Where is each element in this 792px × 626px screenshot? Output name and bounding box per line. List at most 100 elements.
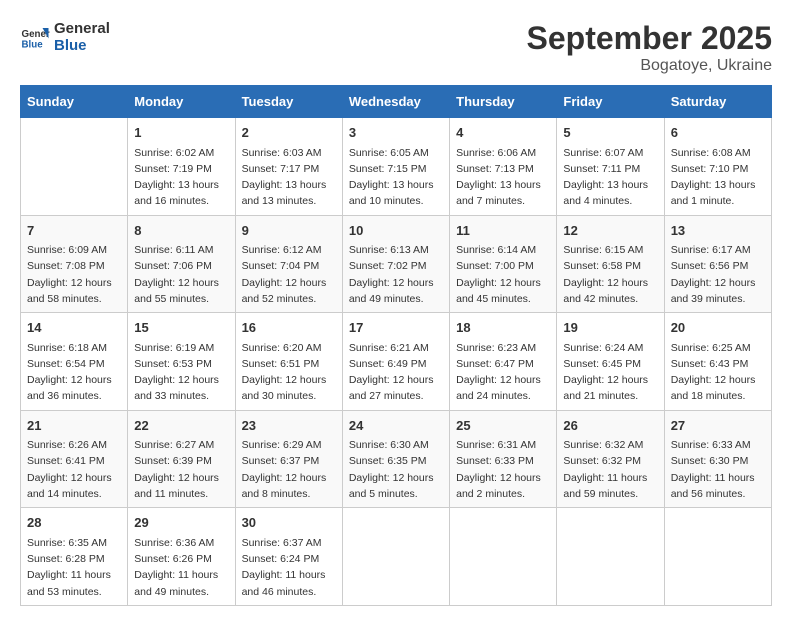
day-cell: 19 Sunrise: 6:24 AMSunset: 6:45 PMDaylig…: [557, 313, 664, 411]
day-number: 17: [349, 318, 443, 338]
title-section: September 2025 Bogatoye, Ukraine: [527, 20, 772, 75]
day-info: Sunrise: 6:17 AMSunset: 6:56 PMDaylight:…: [671, 242, 765, 307]
day-header-friday: Friday: [557, 86, 664, 118]
day-number: 16: [242, 318, 336, 338]
day-cell: 3 Sunrise: 6:05 AMSunset: 7:15 PMDayligh…: [342, 118, 449, 216]
day-cell: 5 Sunrise: 6:07 AMSunset: 7:11 PMDayligh…: [557, 118, 664, 216]
day-number: 26: [563, 416, 657, 436]
day-info: Sunrise: 6:06 AMSunset: 7:13 PMDaylight:…: [456, 145, 550, 210]
month-title: September 2025: [527, 20, 772, 57]
day-info: Sunrise: 6:18 AMSunset: 6:54 PMDaylight:…: [27, 340, 121, 405]
day-info: Sunrise: 6:15 AMSunset: 6:58 PMDaylight:…: [563, 242, 657, 307]
logo-line2: Blue: [54, 37, 110, 54]
day-cell: 27 Sunrise: 6:33 AMSunset: 6:30 PMDaylig…: [664, 410, 771, 508]
day-header-wednesday: Wednesday: [342, 86, 449, 118]
day-cell: 18 Sunrise: 6:23 AMSunset: 6:47 PMDaylig…: [450, 313, 557, 411]
day-cell: 22 Sunrise: 6:27 AMSunset: 6:39 PMDaylig…: [128, 410, 235, 508]
day-number: 5: [563, 123, 657, 143]
day-cell: [557, 508, 664, 606]
day-number: 30: [242, 513, 336, 533]
day-number: 12: [563, 221, 657, 241]
day-cell: 16 Sunrise: 6:20 AMSunset: 6:51 PMDaylig…: [235, 313, 342, 411]
day-info: Sunrise: 6:02 AMSunset: 7:19 PMDaylight:…: [134, 145, 228, 210]
day-info: Sunrise: 6:11 AMSunset: 7:06 PMDaylight:…: [134, 242, 228, 307]
day-cell: 8 Sunrise: 6:11 AMSunset: 7:06 PMDayligh…: [128, 215, 235, 313]
day-info: Sunrise: 6:26 AMSunset: 6:41 PMDaylight:…: [27, 437, 121, 502]
day-number: 22: [134, 416, 228, 436]
day-info: Sunrise: 6:09 AMSunset: 7:08 PMDaylight:…: [27, 242, 121, 307]
day-number: 25: [456, 416, 550, 436]
day-number: 1: [134, 123, 228, 143]
day-cell: 23 Sunrise: 6:29 AMSunset: 6:37 PMDaylig…: [235, 410, 342, 508]
day-cell: 17 Sunrise: 6:21 AMSunset: 6:49 PMDaylig…: [342, 313, 449, 411]
day-info: Sunrise: 6:08 AMSunset: 7:10 PMDaylight:…: [671, 145, 765, 210]
day-cell: 21 Sunrise: 6:26 AMSunset: 6:41 PMDaylig…: [21, 410, 128, 508]
page-header: General Blue General Blue September 2025…: [20, 20, 772, 75]
day-cell: [664, 508, 771, 606]
day-number: 18: [456, 318, 550, 338]
day-cell: [21, 118, 128, 216]
day-info: Sunrise: 6:30 AMSunset: 6:35 PMDaylight:…: [349, 437, 443, 502]
day-info: Sunrise: 6:14 AMSunset: 7:00 PMDaylight:…: [456, 242, 550, 307]
day-cell: 14 Sunrise: 6:18 AMSunset: 6:54 PMDaylig…: [21, 313, 128, 411]
day-info: Sunrise: 6:37 AMSunset: 6:24 PMDaylight:…: [242, 535, 336, 600]
day-info: Sunrise: 6:05 AMSunset: 7:15 PMDaylight:…: [349, 145, 443, 210]
day-number: 11: [456, 221, 550, 241]
day-cell: 11 Sunrise: 6:14 AMSunset: 7:00 PMDaylig…: [450, 215, 557, 313]
day-header-thursday: Thursday: [450, 86, 557, 118]
day-info: Sunrise: 6:23 AMSunset: 6:47 PMDaylight:…: [456, 340, 550, 405]
day-cell: 12 Sunrise: 6:15 AMSunset: 6:58 PMDaylig…: [557, 215, 664, 313]
day-info: Sunrise: 6:24 AMSunset: 6:45 PMDaylight:…: [563, 340, 657, 405]
day-cell: 9 Sunrise: 6:12 AMSunset: 7:04 PMDayligh…: [235, 215, 342, 313]
day-number: 20: [671, 318, 765, 338]
logo: General Blue General Blue: [20, 20, 110, 55]
day-header-monday: Monday: [128, 86, 235, 118]
day-number: 3: [349, 123, 443, 143]
day-cell: 6 Sunrise: 6:08 AMSunset: 7:10 PMDayligh…: [664, 118, 771, 216]
day-cell: 10 Sunrise: 6:13 AMSunset: 7:02 PMDaylig…: [342, 215, 449, 313]
day-info: Sunrise: 6:20 AMSunset: 6:51 PMDaylight:…: [242, 340, 336, 405]
day-number: 13: [671, 221, 765, 241]
day-number: 14: [27, 318, 121, 338]
day-number: 19: [563, 318, 657, 338]
day-cell: 20 Sunrise: 6:25 AMSunset: 6:43 PMDaylig…: [664, 313, 771, 411]
week-row-5: 28 Sunrise: 6:35 AMSunset: 6:28 PMDaylig…: [21, 508, 772, 606]
day-number: 27: [671, 416, 765, 436]
day-cell: 29 Sunrise: 6:36 AMSunset: 6:26 PMDaylig…: [128, 508, 235, 606]
day-info: Sunrise: 6:31 AMSunset: 6:33 PMDaylight:…: [456, 437, 550, 502]
logo-icon: General Blue: [20, 22, 50, 52]
day-cell: [450, 508, 557, 606]
logo-line1: General: [54, 20, 110, 37]
day-header-sunday: Sunday: [21, 86, 128, 118]
day-cell: 4 Sunrise: 6:06 AMSunset: 7:13 PMDayligh…: [450, 118, 557, 216]
calendar-table: SundayMondayTuesdayWednesdayThursdayFrid…: [20, 85, 772, 606]
day-number: 2: [242, 123, 336, 143]
day-number: 15: [134, 318, 228, 338]
day-number: 8: [134, 221, 228, 241]
day-info: Sunrise: 6:07 AMSunset: 7:11 PMDaylight:…: [563, 145, 657, 210]
day-number: 28: [27, 513, 121, 533]
days-header-row: SundayMondayTuesdayWednesdayThursdayFrid…: [21, 86, 772, 118]
day-cell: 26 Sunrise: 6:32 AMSunset: 6:32 PMDaylig…: [557, 410, 664, 508]
day-cell: 24 Sunrise: 6:30 AMSunset: 6:35 PMDaylig…: [342, 410, 449, 508]
week-row-4: 21 Sunrise: 6:26 AMSunset: 6:41 PMDaylig…: [21, 410, 772, 508]
day-info: Sunrise: 6:12 AMSunset: 7:04 PMDaylight:…: [242, 242, 336, 307]
day-info: Sunrise: 6:19 AMSunset: 6:53 PMDaylight:…: [134, 340, 228, 405]
day-cell: 2 Sunrise: 6:03 AMSunset: 7:17 PMDayligh…: [235, 118, 342, 216]
day-number: 9: [242, 221, 336, 241]
week-row-2: 7 Sunrise: 6:09 AMSunset: 7:08 PMDayligh…: [21, 215, 772, 313]
day-number: 24: [349, 416, 443, 436]
day-info: Sunrise: 6:03 AMSunset: 7:17 PMDaylight:…: [242, 145, 336, 210]
svg-text:Blue: Blue: [22, 40, 44, 51]
week-row-1: 1 Sunrise: 6:02 AMSunset: 7:19 PMDayligh…: [21, 118, 772, 216]
day-number: 23: [242, 416, 336, 436]
day-cell: 1 Sunrise: 6:02 AMSunset: 7:19 PMDayligh…: [128, 118, 235, 216]
day-info: Sunrise: 6:27 AMSunset: 6:39 PMDaylight:…: [134, 437, 228, 502]
week-row-3: 14 Sunrise: 6:18 AMSunset: 6:54 PMDaylig…: [21, 313, 772, 411]
day-number: 29: [134, 513, 228, 533]
day-cell: 30 Sunrise: 6:37 AMSunset: 6:24 PMDaylig…: [235, 508, 342, 606]
day-info: Sunrise: 6:33 AMSunset: 6:30 PMDaylight:…: [671, 437, 765, 502]
day-number: 21: [27, 416, 121, 436]
day-info: Sunrise: 6:25 AMSunset: 6:43 PMDaylight:…: [671, 340, 765, 405]
location: Bogatoye, Ukraine: [527, 57, 772, 75]
